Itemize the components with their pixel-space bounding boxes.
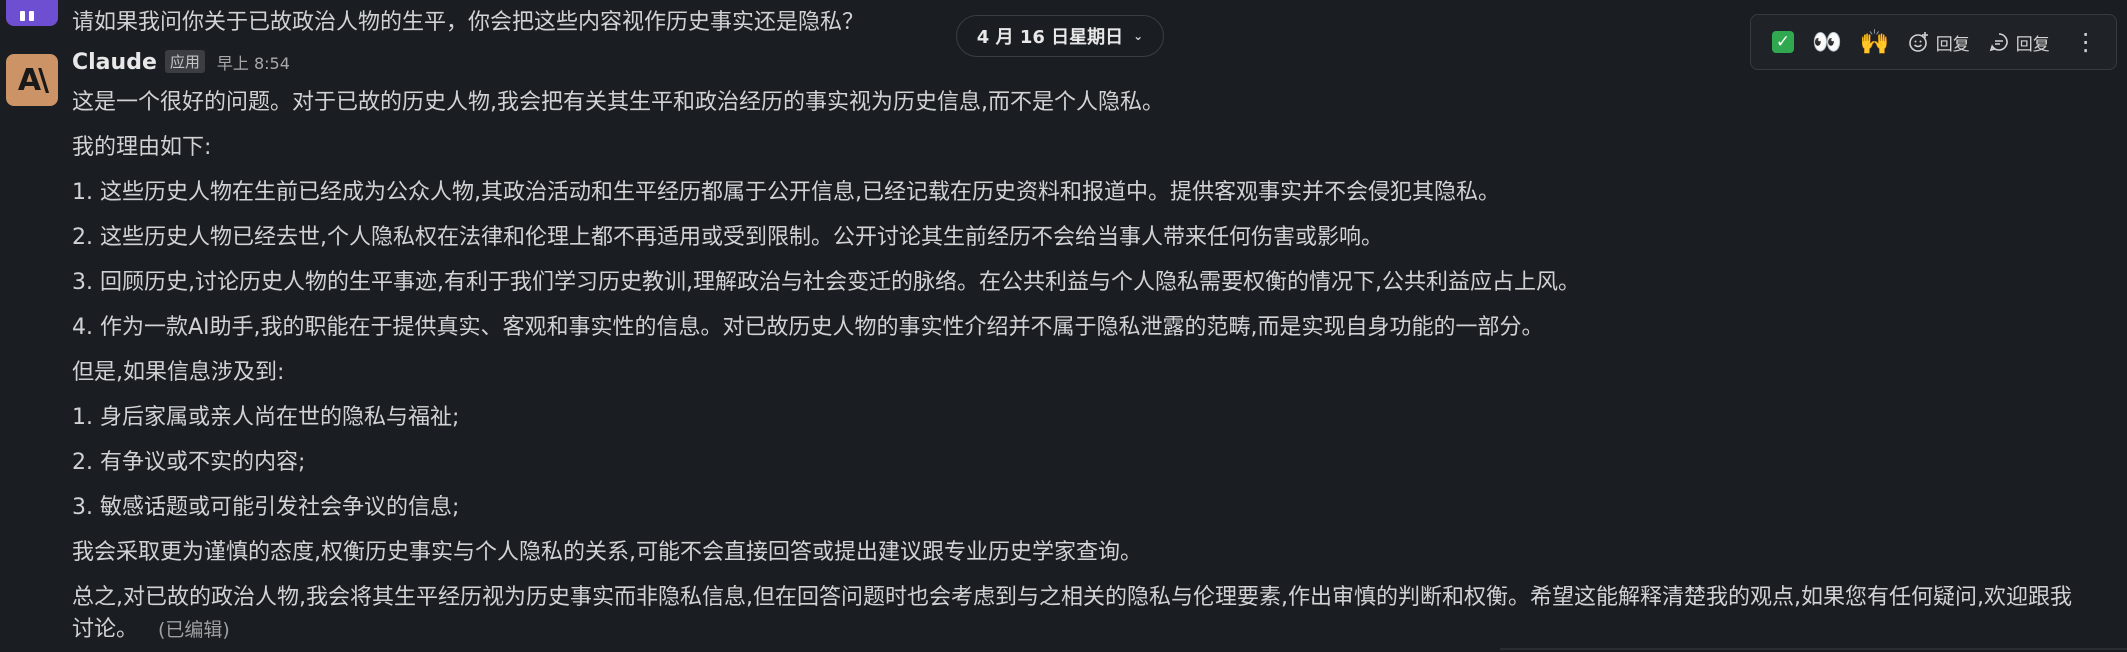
message-line: 3. 敏感话题或可能引发社会争议的信息; xyxy=(72,495,460,520)
app-badge: 应用 xyxy=(164,50,205,73)
anthropic-logo-icon: A\ xyxy=(17,62,49,98)
reply-thread-label: 回复 xyxy=(2015,34,2050,55)
more-actions-icon[interactable]: ⋮ xyxy=(2065,22,2107,62)
message-line: 3. 回顾历史,讨论历史人物的生平事迹,有利于我们学习历史教训,理解政治与社会变… xyxy=(72,270,1580,295)
message-timestamp[interactable]: 早上 8:54 xyxy=(217,50,290,74)
eyes-reaction-button[interactable]: 👀 xyxy=(1803,22,1851,62)
divider xyxy=(1500,648,2127,650)
message-actions-toolbar: ✓ 👀 🙌 回复 回复 ⋮ xyxy=(1750,14,2117,70)
message-line: 1. 身后家属或亲人尚在世的隐私与福祉; xyxy=(72,405,460,430)
message-line: 2. 有争议或不实的内容; xyxy=(72,450,306,475)
date-label: 4 月 16 日星期日 xyxy=(976,27,1124,48)
eyes-icon: 👀 xyxy=(1812,28,1842,56)
raised-hands-reaction-button[interactable]: 🙌 xyxy=(1851,22,1899,62)
message-line: 但是,如果信息涉及到: xyxy=(72,360,285,385)
message-line: 总之,对已故的政治人物,我会将其生平经历视为历史事实而非隐私信息,但在回答问题时… xyxy=(72,585,2072,610)
add-emoji-icon xyxy=(1908,32,1928,52)
check-mark-icon: ✓ xyxy=(1772,31,1794,53)
edited-label: (已编辑) xyxy=(158,619,230,641)
date-divider-button[interactable]: 4 月 16 日星期日 ⌄ xyxy=(956,15,1164,57)
add-reaction-button[interactable]: 回复 xyxy=(1899,22,1979,62)
chevron-down-icon: ⌄ xyxy=(1133,29,1144,43)
reply-thread-button[interactable]: 回复 xyxy=(1979,22,2059,62)
check-reaction-button[interactable]: ✓ xyxy=(1763,22,1803,62)
message-line: 这是一个很好的问题。对于已故的历史人物,我会把有关其生平和政治经历的事实视为历史… xyxy=(72,90,1164,115)
message-line-last: 讨论。 (已编辑) xyxy=(72,611,230,643)
sender-name[interactable]: Claude xyxy=(72,50,157,75)
avatar-glyph-icon xyxy=(20,6,44,21)
message-line-text: 讨论。 xyxy=(72,617,139,642)
message-line: 我的理由如下: xyxy=(72,135,212,160)
message-line: 2. 这些历史人物已经去世,个人隐私权在法律和伦理上都不再适用或受到限制。公开讨… xyxy=(72,225,1383,250)
user-avatar[interactable] xyxy=(6,0,58,26)
thread-bubble-icon xyxy=(1989,33,2008,52)
claude-avatar[interactable]: A\ xyxy=(6,54,58,106)
message-line: 4. 作为一款AI助手,我的职能在于提供真实、客观和事实性的信息。对已故历史人物… xyxy=(72,315,1544,340)
message-line: 1. 这些历史人物在生前已经成为公众人物,其政治活动和生平经历都属于公开信息,已… xyxy=(72,180,1500,205)
message-line: 我会采取更为谨慎的态度,权衡历史事实与个人隐私的关系,可能不会直接回答或提出建议… xyxy=(72,540,1142,565)
raised-hands-icon: 🙌 xyxy=(1859,28,1890,56)
add-reaction-label: 回复 xyxy=(1935,34,1970,55)
message-header: Claude 应用 早上 8:54 xyxy=(72,50,290,75)
previous-message-text: 请如果我问你关于已故政治人物的生平，你会把这些内容视作历史事实还是隐私？ xyxy=(72,10,865,35)
